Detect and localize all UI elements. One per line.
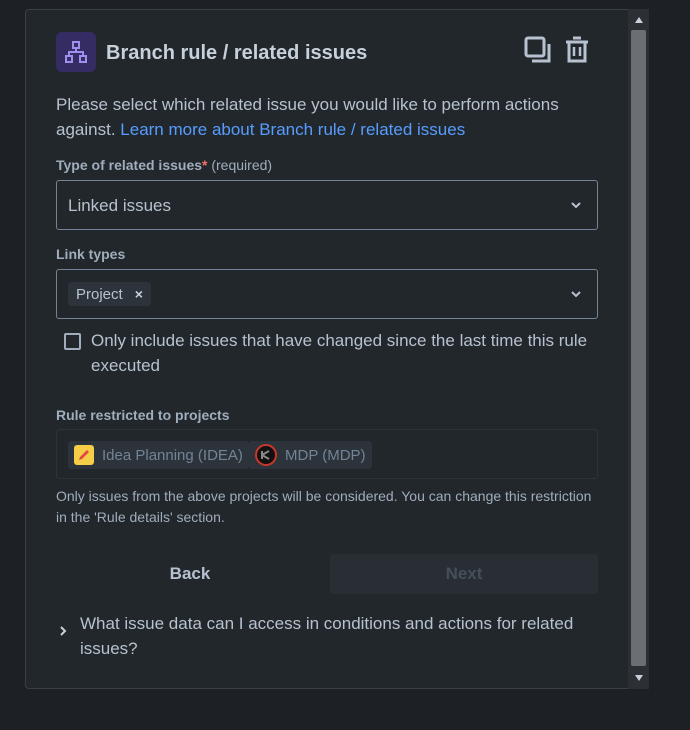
changed-since-label: Only include issues that have changed si… <box>91 331 588 375</box>
scroll-up-button[interactable] <box>628 11 649 29</box>
projects-label: Rule restricted to projects <box>56 407 230 423</box>
panel-title: Branch rule / related issues <box>106 42 368 64</box>
type-label-text: Type of related issues <box>56 157 203 173</box>
chevron-down-icon <box>571 291 581 298</box>
link-types-label: Link types <box>56 246 126 262</box>
changed-since-checkbox[interactable] <box>64 333 81 350</box>
projects-field: Idea Planning (IDEA) MDP (MDP) <box>56 429 598 479</box>
duplicate-button[interactable] <box>522 36 554 68</box>
required-text: (required) <box>211 157 273 173</box>
branch-rule-panel: Branch rule / related issues Please sele… <box>25 9 649 689</box>
triangle-down-icon <box>634 669 644 687</box>
delete-button[interactable] <box>561 36 593 68</box>
link-type-tag-label: Project <box>76 285 123 303</box>
expander-text: What issue data can I access in conditio… <box>80 614 574 658</box>
projects-helper-text: Only issues from the above projects will… <box>56 488 592 525</box>
link-types-select[interactable]: Project × <box>56 269 598 319</box>
type-select-value: Linked issues <box>68 196 172 215</box>
scrollbar-thumb[interactable] <box>631 30 646 666</box>
learn-more-link[interactable]: Learn more about Branch rule / related i… <box>120 120 465 139</box>
required-asterisk: * <box>202 157 208 173</box>
project-chip-idea: Idea Planning (IDEA) <box>68 441 249 469</box>
back-button[interactable]: Back <box>56 554 324 594</box>
duplicate-icon <box>524 36 552 69</box>
project-chip-label: Idea Planning (IDEA) <box>102 446 243 464</box>
project-chip-label: MDP (MDP) <box>285 446 366 464</box>
branch-rule-icon <box>56 32 96 72</box>
chevron-down-icon <box>571 202 581 209</box>
scroll-down-button[interactable] <box>628 669 649 687</box>
panel-header: Branch rule / related issues <box>56 32 598 76</box>
remove-tag-icon[interactable]: × <box>135 286 143 302</box>
type-select[interactable]: Linked issues <box>56 180 598 230</box>
triangle-up-icon <box>634 11 644 29</box>
next-button[interactable]: Next <box>330 554 598 594</box>
type-label: Type of related issues* (required) <box>56 157 272 173</box>
vertical-scrollbar[interactable] <box>628 9 649 689</box>
description: Please select which related issue you wo… <box>56 92 598 142</box>
pencil-icon <box>74 445 94 465</box>
mdp-logo-icon <box>255 444 277 466</box>
trash-icon <box>564 36 590 69</box>
chevron-right-icon <box>60 626 67 636</box>
link-type-tag: Project × <box>68 282 151 306</box>
project-chip-mdp: MDP (MDP) <box>249 441 372 469</box>
